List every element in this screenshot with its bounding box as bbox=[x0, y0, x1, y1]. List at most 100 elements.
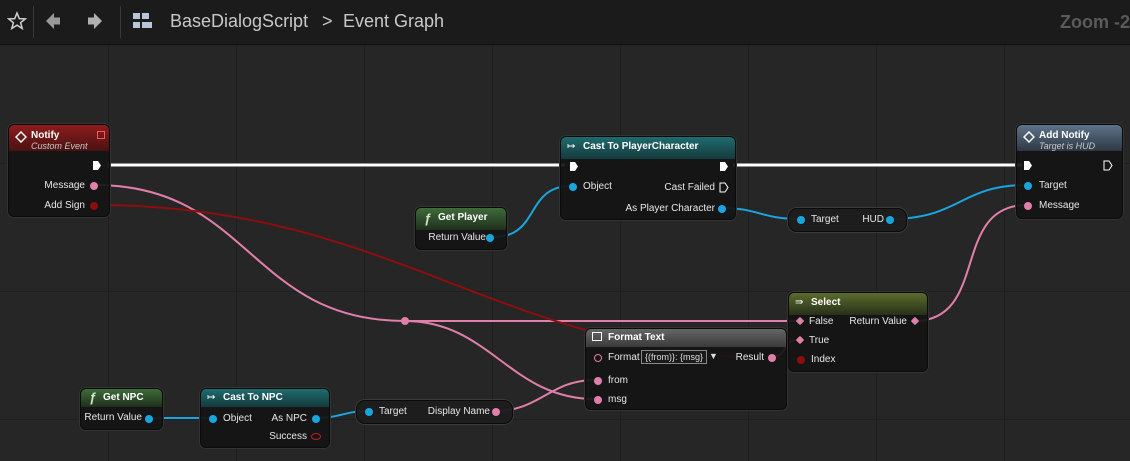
select-return-pin[interactable] bbox=[910, 316, 920, 326]
event-diamond-icon bbox=[15, 131, 27, 143]
select-icon: ⇛ bbox=[795, 297, 804, 308]
blueprint-graph-icon bbox=[128, 6, 158, 36]
cast-player-failed-label: Cast Failed bbox=[664, 182, 715, 193]
cast-player-title: Cast To PlayerCharacter bbox=[583, 141, 699, 152]
cast-npc-as-pin[interactable] bbox=[312, 415, 320, 423]
cast-arrow-icon: ↦ bbox=[207, 392, 216, 403]
exec-out-pin-icon[interactable] bbox=[1103, 160, 1113, 171]
select-true-label: True bbox=[809, 335, 830, 346]
select-false-pin[interactable] bbox=[795, 316, 805, 326]
exec-in-pin-icon[interactable] bbox=[1023, 160, 1033, 171]
get-player-header: ƒ Get Player bbox=[416, 208, 506, 230]
breadcrumb-graph: Event Graph bbox=[343, 11, 445, 31]
get-npc-node[interactable]: ƒ Get NPC Return Value bbox=[80, 388, 163, 430]
breadcrumb-blueprint[interactable]: BaseDialogScript bbox=[170, 11, 308, 32]
format-text-title: Format Text bbox=[608, 332, 665, 343]
cast-npc-success-label: Success bbox=[269, 431, 307, 442]
display-name-out-pin[interactable] bbox=[492, 408, 500, 416]
forward-arrow-icon[interactable] bbox=[80, 6, 110, 36]
exec-out-pin-icon[interactable] bbox=[719, 161, 729, 172]
editor-toolbar: BaseDialogScript > Event Graph Zoom -2 bbox=[0, 0, 1130, 45]
add-notify-title: Add Notify bbox=[1039, 130, 1090, 141]
cast-player-header: ↦ Cast To PlayerCharacter bbox=[561, 137, 735, 159]
add-notify-node[interactable]: Add Notify Target is HUD Target Message bbox=[1016, 124, 1123, 219]
format-text-icon bbox=[592, 332, 602, 341]
notify-add-sign-pin[interactable] bbox=[90, 202, 98, 210]
hud-label: HUD bbox=[862, 214, 884, 225]
format-msg-label: msg bbox=[608, 394, 627, 405]
cast-to-npc-node[interactable]: ↦ Cast To NPC Object As NPC Success bbox=[200, 388, 330, 448]
format-input[interactable]: {(from)}: {msg} bbox=[641, 350, 708, 364]
exec-failed-pin-icon[interactable] bbox=[719, 182, 729, 193]
back-arrow-icon[interactable] bbox=[38, 6, 68, 36]
select-true-pin[interactable] bbox=[795, 335, 805, 345]
format-in-pin[interactable] bbox=[594, 354, 602, 362]
function-icon: ƒ bbox=[424, 211, 432, 226]
get-npc-title: Get NPC bbox=[103, 392, 144, 403]
star-icon[interactable] bbox=[2, 6, 32, 36]
select-false-label: False bbox=[809, 316, 834, 327]
exec-in-pin-icon[interactable] bbox=[569, 161, 579, 172]
get-player-node[interactable]: ƒ Get Player Return Value bbox=[415, 207, 507, 250]
cast-npc-object-pin[interactable] bbox=[209, 415, 217, 423]
display-name-node[interactable]: Target Display Name bbox=[356, 400, 513, 424]
cast-to-playercharacter-node[interactable]: ↦ Cast To PlayerCharacter Object Cast Fa… bbox=[560, 136, 736, 220]
get-npc-header: ƒ Get NPC bbox=[81, 389, 162, 407]
cast-player-as-pin[interactable] bbox=[718, 205, 726, 213]
function-icon: ƒ bbox=[89, 390, 97, 405]
select-node[interactable]: ⇛ Select False Return Value True Index bbox=[788, 292, 928, 372]
function-diamond-icon bbox=[1023, 131, 1035, 143]
cast-player-object-pin[interactable] bbox=[569, 183, 577, 191]
hud-target-label: Target bbox=[811, 214, 839, 225]
notify-header: Notify Custom Event bbox=[9, 125, 109, 151]
add-notify-target-label: Target bbox=[1039, 180, 1067, 191]
notify-title: Notify bbox=[31, 130, 60, 141]
cast-npc-success-pin[interactable] bbox=[311, 433, 321, 440]
cast-player-object-label: Object bbox=[583, 181, 612, 192]
select-index-pin[interactable] bbox=[797, 356, 805, 364]
dropdown-arrow-icon[interactable]: ▼ bbox=[709, 351, 718, 361]
notify-subtitle: Custom Event bbox=[31, 141, 88, 151]
select-index-label: Index bbox=[811, 354, 836, 365]
add-notify-message-label: Message bbox=[1039, 200, 1080, 211]
cast-npc-object-label: Object bbox=[223, 413, 252, 424]
format-from-label: from bbox=[608, 375, 628, 386]
add-notify-target-pin[interactable] bbox=[1024, 182, 1032, 190]
display-name-target-pin[interactable] bbox=[365, 408, 373, 416]
notify-message-label: Message bbox=[44, 180, 85, 191]
display-name-target-label: Target bbox=[379, 406, 407, 417]
cast-npc-header: ↦ Cast To NPC bbox=[201, 389, 329, 407]
get-player-return-label: Return Value bbox=[428, 232, 486, 243]
format-text-node[interactable]: Format Text Format {(from)}: {msg} ▼ Res… bbox=[585, 328, 787, 410]
cast-npc-as-label: As NPC bbox=[271, 413, 307, 424]
display-name-label: Display Name bbox=[427, 406, 490, 417]
select-header: ⇛ Select bbox=[789, 293, 927, 315]
zoom-label: Zoom -2 bbox=[1060, 12, 1130, 32]
hud-target-pin[interactable] bbox=[797, 216, 805, 224]
hud-getter-node[interactable]: Target HUD bbox=[788, 208, 907, 232]
format-result-pin[interactable] bbox=[768, 354, 776, 362]
add-notify-header: Add Notify Target is HUD bbox=[1017, 125, 1122, 151]
delegate-pin-icon[interactable] bbox=[97, 131, 105, 139]
get-player-title: Get Player bbox=[438, 212, 488, 223]
notify-add-sign-label: Add Sign bbox=[44, 200, 85, 211]
get-npc-return-label: Return Value bbox=[84, 412, 142, 423]
graph-canvas[interactable] bbox=[0, 45, 1130, 461]
cast-player-as-label: As Player Character bbox=[625, 203, 715, 214]
get-npc-return-pin[interactable] bbox=[145, 415, 153, 423]
format-result-label: Result bbox=[735, 352, 764, 363]
breadcrumb-separator: > bbox=[322, 11, 333, 31]
format-label: Format bbox=[608, 352, 640, 363]
format-text-header: Format Text bbox=[586, 329, 786, 347]
hud-out-pin[interactable] bbox=[886, 216, 894, 224]
exec-out-pin-icon[interactable] bbox=[92, 160, 102, 171]
cast-npc-title: Cast To NPC bbox=[223, 392, 283, 403]
select-return-label: Return Value bbox=[849, 316, 907, 327]
get-player-return-pin[interactable] bbox=[486, 234, 494, 242]
format-from-pin[interactable] bbox=[594, 377, 602, 385]
cast-arrow-icon: ↦ bbox=[567, 141, 576, 152]
notify-message-pin[interactable] bbox=[90, 182, 98, 190]
format-msg-pin[interactable] bbox=[594, 396, 602, 404]
add-notify-message-pin[interactable] bbox=[1024, 202, 1032, 210]
notify-event-node[interactable]: Notify Custom Event Message Add Sign bbox=[8, 124, 110, 217]
